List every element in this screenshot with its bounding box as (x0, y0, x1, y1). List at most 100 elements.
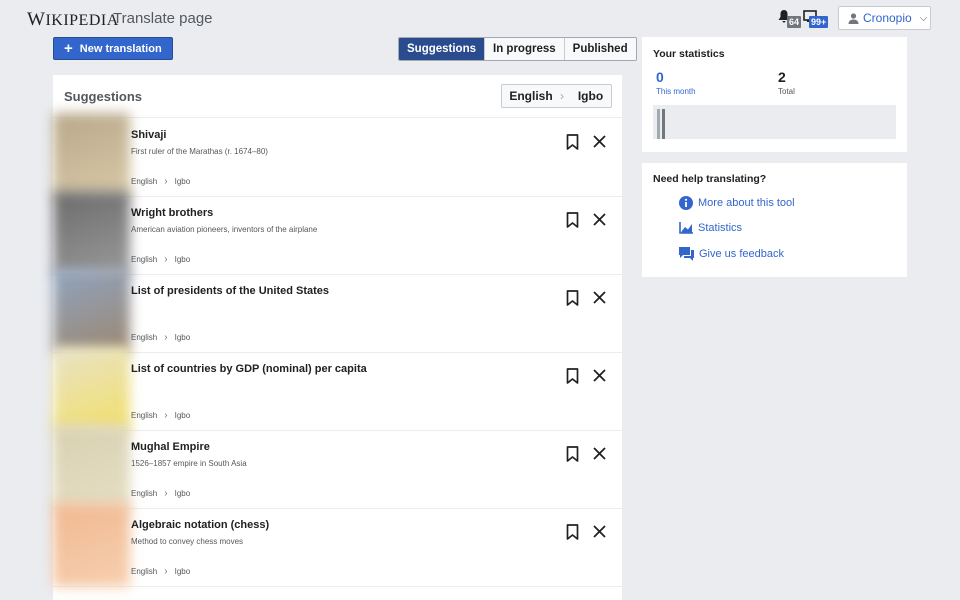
tab-published[interactable]: Published (563, 38, 636, 60)
suggestion-description: Method to convey chess moves (131, 537, 244, 546)
suggestion-languages: English › Igbo (131, 254, 190, 265)
suggestion-target-language: Igbo (174, 177, 191, 186)
suggestion-item[interactable]: Mughal Empire 1526–1857 empire in South A… (53, 425, 622, 509)
bookmark-icon[interactable] (566, 134, 579, 150)
suggestion-title[interactable]: Mughal Empire (131, 441, 210, 453)
wikipedia-logo[interactable]: WIKIPEDIA (27, 9, 119, 31)
stat-this-month-label: This month (656, 87, 696, 96)
language-selector[interactable]: English › Igbo (501, 84, 612, 108)
info-icon (679, 196, 693, 210)
stat-total: 2 Total (778, 69, 795, 96)
more-about-tool-label: More about this tool (698, 197, 795, 209)
new-translation-label: New translation (79, 42, 162, 55)
suggestion-source-language: English (131, 333, 158, 342)
suggestion-title[interactable]: Algebraic notation (chess) (131, 519, 269, 531)
top-header: WIKIPEDIA Translate page 64 99+ Cronopio… (0, 0, 960, 36)
user-icon (848, 12, 859, 24)
suggestion-item[interactable]: List of countries by GDP (nominal) per c… (53, 347, 622, 431)
suggestion-description: 1526–1857 empire in South Asia (131, 459, 247, 468)
suggestion-title[interactable]: Shivaji (131, 129, 166, 141)
statistics-label: Statistics (698, 222, 743, 234)
feedback-label: Give us feedback (699, 248, 784, 260)
target-language[interactable]: Igbo (570, 89, 611, 103)
suggestion-source-language: English (131, 411, 158, 420)
suggestion-thumbnail (53, 425, 130, 509)
user-menu-button[interactable]: Cronopio ⌵ (838, 6, 931, 30)
suggestion-target-language: Igbo (174, 333, 191, 342)
suggestion-item[interactable]: Wright brothers American aviation pioneer… (53, 191, 622, 275)
suggestion-languages: English › Igbo (131, 332, 190, 343)
stat-total-value: 2 (778, 69, 786, 85)
chart-icon (679, 222, 693, 234)
graph-bar (657, 109, 660, 139)
close-icon[interactable] (593, 447, 606, 460)
statistics-title: Your statistics (653, 48, 725, 60)
suggestion-languages: English › Igbo (131, 410, 190, 421)
close-icon[interactable] (593, 525, 606, 538)
chevron-right-icon: › (164, 488, 168, 499)
tab-in-progress[interactable]: In progress (484, 38, 564, 60)
suggestions-panel: Suggestions English › Igbo Shivaji First … (53, 75, 622, 600)
suggestion-description: First ruler of the Marathas (r. 1674–80) (131, 147, 268, 156)
suggestion-source-language: English (131, 489, 158, 498)
suggestion-thumbnail (53, 503, 130, 587)
close-icon[interactable] (593, 291, 606, 304)
suggestion-target-language: Igbo (174, 411, 191, 420)
suggestion-target-language: Igbo (174, 255, 191, 264)
username-label: Cronopio (863, 11, 912, 25)
plus-icon: + (64, 40, 73, 57)
bookmark-icon[interactable] (566, 524, 579, 540)
suggestions-title: Suggestions (64, 89, 143, 104)
tab-suggestions[interactable]: Suggestions (399, 38, 485, 60)
statistics-link[interactable]: Statistics (679, 222, 742, 234)
close-icon[interactable] (593, 369, 606, 382)
suggestion-item[interactable]: Shivaji First ruler of the Marathas (r. 1… (53, 113, 622, 197)
stat-this-month-value: 0 (656, 69, 664, 85)
page-title: Translate page (113, 10, 213, 27)
suggestion-thumbnail (53, 113, 130, 197)
chevron-right-icon: › (164, 410, 168, 421)
more-about-tool-link[interactable]: More about this tool (679, 196, 795, 210)
alerts-count-badge: 64 (787, 16, 802, 28)
chevron-down-icon: ⌵ (919, 12, 928, 24)
bookmark-icon[interactable] (566, 290, 579, 306)
chevron-right-icon: › (164, 566, 168, 577)
suggestion-item[interactable]: List of presidents of the United States E… (53, 269, 622, 353)
chevron-right-icon: › (560, 89, 564, 103)
suggestion-languages: English › Igbo (131, 488, 190, 499)
suggestion-languages: English › Igbo (131, 176, 190, 187)
suggestion-target-language: Igbo (174, 489, 191, 498)
help-card: Need help translating? More about this t… (642, 163, 907, 277)
new-translation-button[interactable]: + New translation (53, 37, 173, 60)
stat-total-label: Total (778, 87, 795, 96)
help-title: Need help translating? (653, 173, 767, 185)
notices-button[interactable]: 99+ (803, 10, 829, 30)
suggestion-thumbnail (53, 269, 130, 353)
suggestion-title[interactable]: List of presidents of the United States (131, 285, 329, 297)
suggestion-title[interactable]: List of countries by GDP (nominal) per c… (131, 363, 367, 375)
notices-count-badge: 99+ (809, 16, 829, 28)
suggestion-source-language: English (131, 255, 158, 264)
suggestion-source-language: English (131, 567, 158, 576)
suggestion-item[interactable]: Algebraic notation (chess) Method to conv… (53, 503, 622, 587)
suggestion-thumbnail (53, 347, 130, 431)
stat-this-month: 0 This month (656, 69, 696, 96)
close-icon[interactable] (593, 135, 606, 148)
graph-bar (662, 109, 665, 139)
suggestion-description: American aviation pioneers, inventors of… (131, 225, 318, 234)
suggestion-title[interactable]: Wright brothers (131, 207, 213, 219)
suggestion-source-language: English (131, 177, 158, 186)
suggestions-header: Suggestions English › Igbo (53, 75, 622, 118)
statistics-card: Your statistics 0 This month 2 Total (642, 37, 907, 152)
dashboard-tabs: Suggestions In progress Published (398, 37, 637, 61)
feedback-link[interactable]: Give us feedback (679, 247, 784, 261)
bookmark-icon[interactable] (566, 212, 579, 228)
speech-bubble-icon (679, 247, 694, 261)
chevron-right-icon: › (164, 254, 168, 265)
source-language[interactable]: English (502, 89, 560, 103)
alerts-button[interactable]: 64 (778, 10, 802, 30)
close-icon[interactable] (593, 213, 606, 226)
chevron-right-icon: › (164, 332, 168, 343)
bookmark-icon[interactable] (566, 368, 579, 384)
bookmark-icon[interactable] (566, 446, 579, 462)
